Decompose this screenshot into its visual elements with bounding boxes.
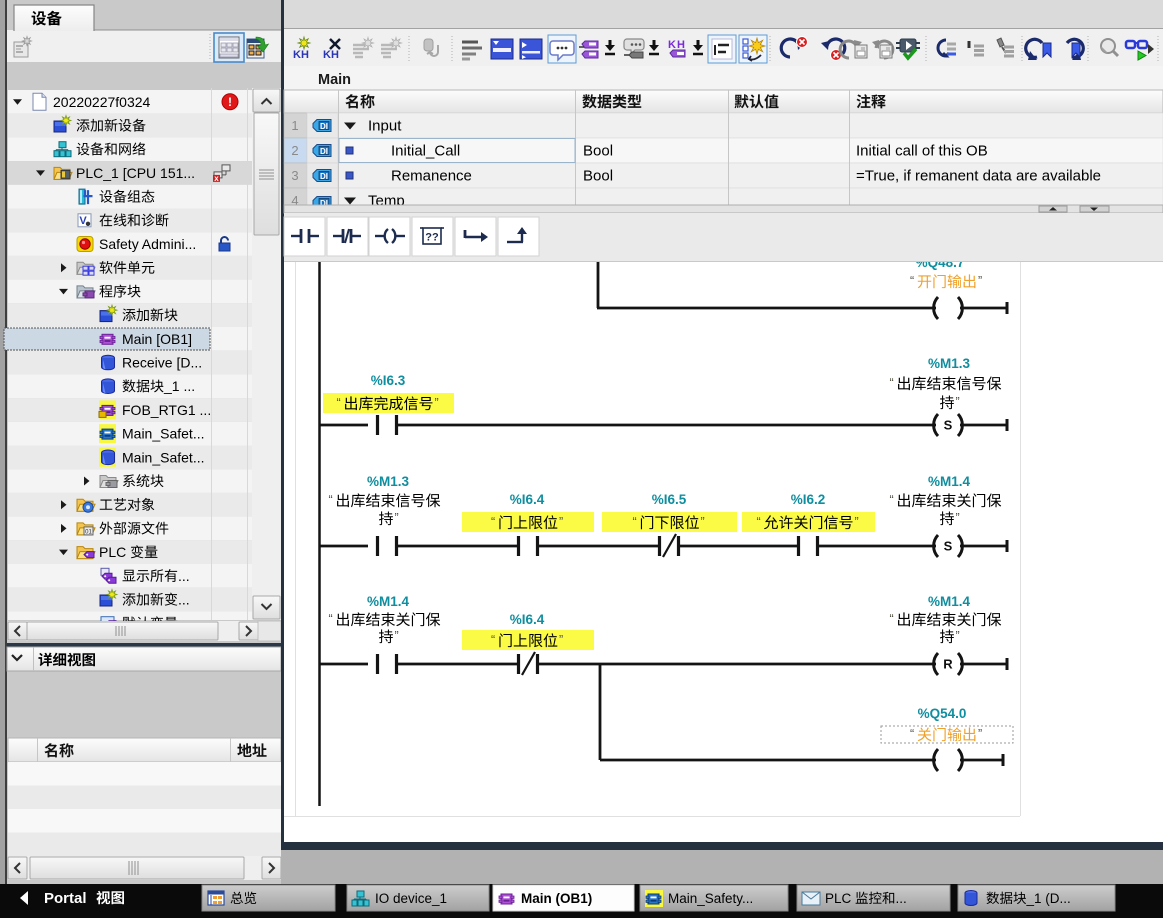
svg-text:%M1.4: %M1.4 bbox=[928, 474, 971, 489]
svg-text:Main_Safet...: Main_Safet... bbox=[122, 449, 205, 465]
svg-text:20220227f0324: 20220227f0324 bbox=[53, 94, 151, 110]
svg-text:Main_Safet...: Main_Safet... bbox=[122, 426, 205, 442]
svg-text:FOB_RTG1 ...: FOB_RTG1 ... bbox=[122, 402, 211, 418]
svg-text:Safety Admini...: Safety Admini... bbox=[99, 236, 196, 252]
svg-text:...: ... bbox=[178, 568, 190, 584]
svg-text:”: ” bbox=[435, 396, 439, 410]
svg-text:Main [OB1]: Main [OB1] bbox=[122, 331, 192, 347]
svg-text:PLC: PLC bbox=[825, 891, 855, 906]
svg-text:%I6.5: %I6.5 bbox=[652, 492, 687, 507]
svg-text:01: 01 bbox=[85, 529, 92, 535]
svg-text:...: ... bbox=[896, 891, 907, 906]
svg-text:Initial_Call: Initial_Call bbox=[391, 143, 460, 160]
svg-text:%I6.4: %I6.4 bbox=[510, 612, 545, 627]
svg-text:DI: DI bbox=[320, 122, 328, 131]
svg-text:%M1.4: %M1.4 bbox=[367, 594, 410, 609]
svg-text:”: ” bbox=[956, 511, 960, 525]
svg-text:”: ” bbox=[956, 395, 960, 409]
svg-text:Input: Input bbox=[368, 118, 402, 135]
svg-text:%M1.4: %M1.4 bbox=[928, 594, 971, 609]
svg-text:“: “ bbox=[491, 633, 495, 647]
svg-text:%Q54.0: %Q54.0 bbox=[918, 706, 967, 721]
svg-text:H: H bbox=[677, 39, 685, 51]
svg-text:2: 2 bbox=[291, 143, 298, 158]
svg-text:”: ” bbox=[395, 511, 399, 525]
svg-text:S: S bbox=[944, 418, 953, 433]
svg-text:K: K bbox=[668, 39, 676, 51]
svg-text:%M1.3: %M1.3 bbox=[367, 474, 410, 489]
svg-text:Main_Safety...: Main_Safety... bbox=[668, 891, 753, 906]
svg-text:“: “ bbox=[337, 396, 341, 410]
svg-text:”: ” bbox=[956, 629, 960, 643]
svg-text:3: 3 bbox=[291, 168, 298, 183]
svg-text:“: “ bbox=[329, 493, 333, 507]
svg-text:“: “ bbox=[890, 493, 894, 507]
svg-text:Main: Main bbox=[318, 72, 351, 88]
svg-text:V: V bbox=[79, 215, 87, 227]
svg-text:_1 (D...: _1 (D... bbox=[1026, 891, 1071, 906]
svg-text:1: 1 bbox=[291, 118, 298, 133]
svg-text:IO device_1: IO device_1 bbox=[375, 891, 447, 906]
svg-text:“: “ bbox=[890, 376, 894, 390]
svg-text:“: “ bbox=[890, 612, 894, 626]
svg-text:Initial call of this OB: Initial call of this OB bbox=[856, 143, 988, 160]
svg-text:Bool: Bool bbox=[583, 168, 613, 185]
svg-text:%I6.2: %I6.2 bbox=[791, 492, 826, 507]
svg-text:R: R bbox=[943, 657, 953, 672]
svg-text:!: ! bbox=[228, 95, 232, 109]
svg-text:Remanence: Remanence bbox=[391, 168, 472, 185]
svg-text:“: “ bbox=[329, 612, 333, 626]
svg-text:Main (OB1): Main (OB1) bbox=[521, 891, 592, 906]
svg-text:”: ” bbox=[395, 629, 399, 643]
svg-text:”: ” bbox=[559, 633, 563, 647]
svg-text:“: “ bbox=[910, 727, 914, 741]
svg-text:”: ” bbox=[855, 515, 859, 529]
svg-text:%I6.4: %I6.4 bbox=[510, 492, 545, 507]
svg-text:%M1.3: %M1.3 bbox=[928, 356, 971, 371]
svg-text:Portal: Portal bbox=[44, 890, 87, 907]
svg-text:”: ” bbox=[978, 727, 982, 741]
svg-text:DI: DI bbox=[320, 172, 328, 181]
svg-text:“: “ bbox=[910, 274, 914, 288]
svg-text:Receive [D...: Receive [D... bbox=[122, 355, 202, 371]
svg-text:K: K bbox=[323, 49, 331, 61]
svg-text:x: x bbox=[214, 174, 219, 183]
svg-text:??: ?? bbox=[425, 232, 439, 244]
svg-text:”: ” bbox=[701, 515, 705, 529]
svg-text:PLC_1 [CPU 151...: PLC_1 [CPU 151... bbox=[76, 165, 195, 181]
svg-text:H: H bbox=[301, 49, 309, 61]
svg-text:=True, if remanent data are av: =True, if remanent data are available bbox=[856, 168, 1101, 185]
svg-text:PLC: PLC bbox=[99, 544, 130, 560]
svg-text:”: ” bbox=[978, 274, 982, 288]
svg-text:“: “ bbox=[757, 515, 761, 529]
svg-text:H: H bbox=[331, 49, 339, 61]
svg-text:S: S bbox=[944, 539, 953, 554]
svg-text:K: K bbox=[293, 49, 301, 61]
svg-text:_1 ...: _1 ... bbox=[163, 378, 195, 394]
svg-text:%I6.3: %I6.3 bbox=[371, 373, 406, 388]
svg-text:“: “ bbox=[491, 515, 495, 529]
svg-text:DI: DI bbox=[320, 147, 328, 156]
svg-text:“: “ bbox=[633, 515, 637, 529]
svg-text:...: ... bbox=[178, 592, 190, 608]
svg-text:Bool: Bool bbox=[583, 143, 613, 160]
svg-text:”: ” bbox=[559, 515, 563, 529]
